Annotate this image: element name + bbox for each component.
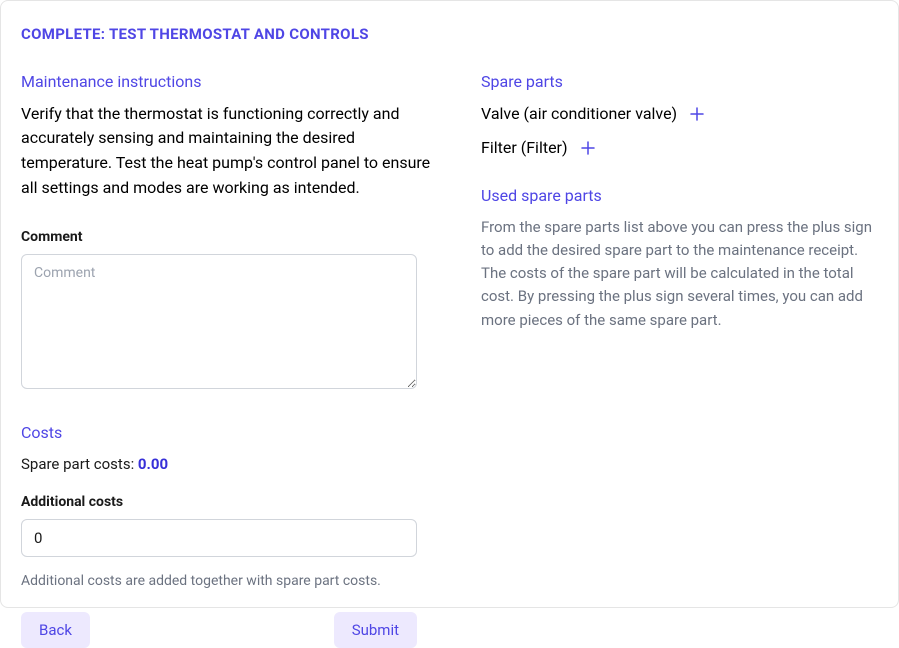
maintenance-form-card: COMPLETE: TEST THERMOSTAT AND CONTROLS M… (0, 0, 899, 608)
add-spare-part-button[interactable] (687, 104, 707, 124)
back-button[interactable]: Back (21, 612, 90, 648)
instructions-text: Verify that the thermostat is functionin… (21, 102, 441, 201)
spare-cost-line: Spare part costs: 0.00 (21, 453, 441, 476)
button-row: Back Submit (21, 612, 417, 648)
spare-part-label: Valve (air conditioner valve) (481, 102, 677, 126)
costs-heading: Costs (21, 421, 441, 445)
instructions-heading: Maintenance instructions (21, 70, 441, 94)
spare-cost-value: 0.00 (138, 455, 168, 473)
additional-costs-label: Additional costs (21, 492, 441, 513)
comment-textarea[interactable] (21, 254, 417, 389)
spare-part-item: Valve (air conditioner valve) (481, 102, 878, 126)
page-title: COMPLETE: TEST THERMOSTAT AND CONTROLS (21, 23, 878, 46)
costs-section: Costs Spare part costs: 0.00 Additional … (21, 421, 441, 648)
used-parts-desc: From the spare parts list above you can … (481, 216, 878, 332)
spare-part-item: Filter (Filter) (481, 136, 878, 160)
submit-button[interactable]: Submit (334, 612, 417, 648)
comment-label: Comment (21, 227, 441, 248)
spare-parts-list: Valve (air conditioner valve) Filter (Fi… (481, 102, 878, 160)
spare-cost-label: Spare part costs: (21, 455, 138, 473)
used-parts-heading: Used spare parts (481, 184, 878, 208)
spare-part-label: Filter (Filter) (481, 136, 568, 160)
plus-icon (688, 105, 706, 123)
spare-parts-heading: Spare parts (481, 70, 878, 94)
additional-costs-input[interactable] (21, 519, 417, 557)
right-column: Spare parts Valve (air conditioner valve… (481, 70, 878, 648)
plus-icon (579, 139, 597, 157)
left-column: Maintenance instructions Verify that the… (21, 70, 441, 648)
additional-costs-help: Additional costs are added together with… (21, 571, 441, 592)
add-spare-part-button[interactable] (578, 138, 598, 158)
columns-layout: Maintenance instructions Verify that the… (21, 70, 878, 648)
